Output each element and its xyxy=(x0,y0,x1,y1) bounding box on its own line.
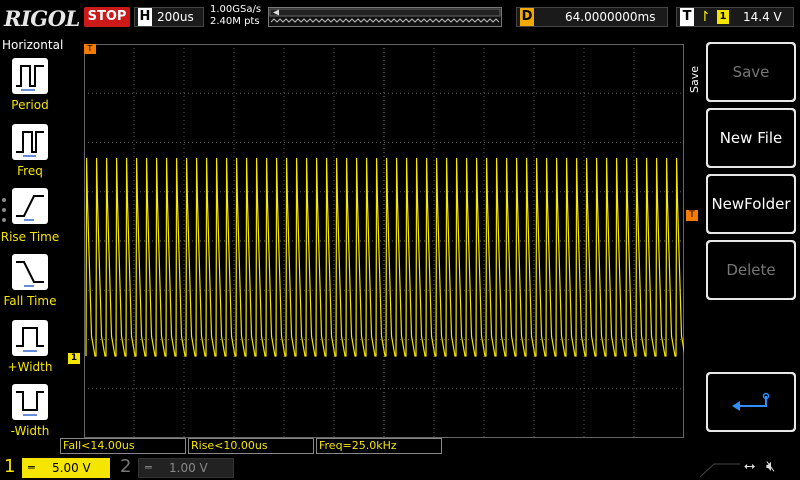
fall-time-icon xyxy=(16,261,44,287)
freq-button[interactable] xyxy=(12,124,48,160)
graticule xyxy=(84,44,684,438)
delay-display[interactable]: D 64.0000000ms xyxy=(516,7,668,27)
fall-time-button[interactable] xyxy=(12,254,48,290)
freq-label: Freq xyxy=(17,164,43,178)
new-file-button[interactable]: New File xyxy=(706,108,796,168)
period-button[interactable] xyxy=(12,58,48,94)
menu-page-dot xyxy=(2,198,6,202)
menu-page-dot xyxy=(2,208,6,212)
menu-side-label: Save xyxy=(688,66,701,94)
channel1-scale: 5.00 V xyxy=(52,461,91,475)
trigger-marker-left: T xyxy=(84,44,96,54)
positive-width-button[interactable] xyxy=(12,320,48,356)
trigger-label: T xyxy=(680,8,694,26)
status-decoration xyxy=(700,463,740,478)
delay-label: D xyxy=(520,8,534,26)
channel1-ground-marker[interactable]: 1 xyxy=(68,353,80,364)
negative-width-button[interactable] xyxy=(12,384,48,420)
delete-button[interactable]: Delete xyxy=(706,240,796,300)
run-stop-indicator[interactable]: STOP xyxy=(84,7,130,27)
save-button-label: Save xyxy=(708,44,794,100)
memory-depth: 2.40M pts xyxy=(210,16,260,27)
channel1-number[interactable]: 1 xyxy=(4,456,15,477)
channel1-waveform xyxy=(85,157,684,357)
rise-time-button[interactable] xyxy=(12,188,48,224)
channel2-scale: 1.00 V xyxy=(169,461,208,475)
sound-muted-icon: 🔇︎ xyxy=(766,457,776,475)
save-menu: Save Save New File NewFolder Delete xyxy=(686,38,800,438)
dc-coupling-icon: ═ xyxy=(28,461,35,474)
delete-label: Delete xyxy=(708,242,794,298)
new-folder-button[interactable]: NewFolder xyxy=(706,174,796,234)
trigger-level: 14.4 V xyxy=(743,10,782,24)
channel1-scale-box[interactable]: ═ 5.00 V xyxy=(22,458,110,478)
dc-coupling-icon: ═ xyxy=(145,461,152,474)
rise-time-icon xyxy=(16,195,44,221)
new-folder-label: NewFolder xyxy=(708,176,794,232)
enter-button[interactable] xyxy=(706,372,796,432)
enter-button-face xyxy=(708,374,794,430)
trigger-source: 1 xyxy=(717,10,729,24)
measurement-fall-time[interactable]: Fall<14.00us xyxy=(60,438,186,454)
measurement-rise-time[interactable]: Rise<10.00us xyxy=(188,438,314,454)
status-bar: RIGOL STOP H 200us 1.00GSa/s 2.40M pts D… xyxy=(0,0,800,36)
negative-width-icon xyxy=(16,391,44,416)
new-file-label: New File xyxy=(708,110,794,166)
rising-edge-icon: ↾ xyxy=(699,9,711,25)
sample-rate: 1.00GSa/s xyxy=(210,4,262,15)
usb-icon: ⭤ xyxy=(744,458,756,474)
trigger-display[interactable]: T ↾ 1 14.4 V xyxy=(676,7,794,27)
enter-return-icon xyxy=(732,392,770,411)
delay-value: 64.0000000ms xyxy=(565,10,656,24)
menu-page-dot xyxy=(2,218,6,222)
rigol-logo: RIGOL xyxy=(4,6,80,31)
positive-width-label: +Width xyxy=(7,360,53,374)
fall-time-label: Fall Time xyxy=(3,294,57,308)
timebase-value: 200us xyxy=(157,10,194,24)
timebase-display[interactable]: H 200us xyxy=(134,7,204,27)
channel2-scale-box[interactable]: ═ 1.00 V xyxy=(138,458,234,478)
horizontal-label: H xyxy=(138,8,152,26)
horizontal-measure-menu: Horizontal Period Freq Rise Time Fall Ti… xyxy=(0,36,64,456)
save-button[interactable]: Save xyxy=(706,42,796,102)
frequency-icon xyxy=(16,131,44,157)
period-label: Period xyxy=(11,98,49,112)
negative-width-label: -Width xyxy=(10,424,50,438)
memory-overview-bar xyxy=(268,7,502,27)
period-icon xyxy=(16,65,44,91)
measurement-frequency[interactable]: Freq=25.0kHz xyxy=(316,438,442,454)
rise-time-label: Rise Time xyxy=(0,230,60,244)
menu-title: Horizontal xyxy=(2,38,64,52)
channel2-number[interactable]: 2 xyxy=(120,456,131,477)
memory-waveform-preview xyxy=(269,8,501,23)
positive-width-icon xyxy=(16,327,44,352)
waveform-display[interactable] xyxy=(84,44,684,438)
channel-bar: 1 ═ 5.00 V 2 ═ 1.00 V ⭤ 🔇︎ xyxy=(0,456,800,480)
